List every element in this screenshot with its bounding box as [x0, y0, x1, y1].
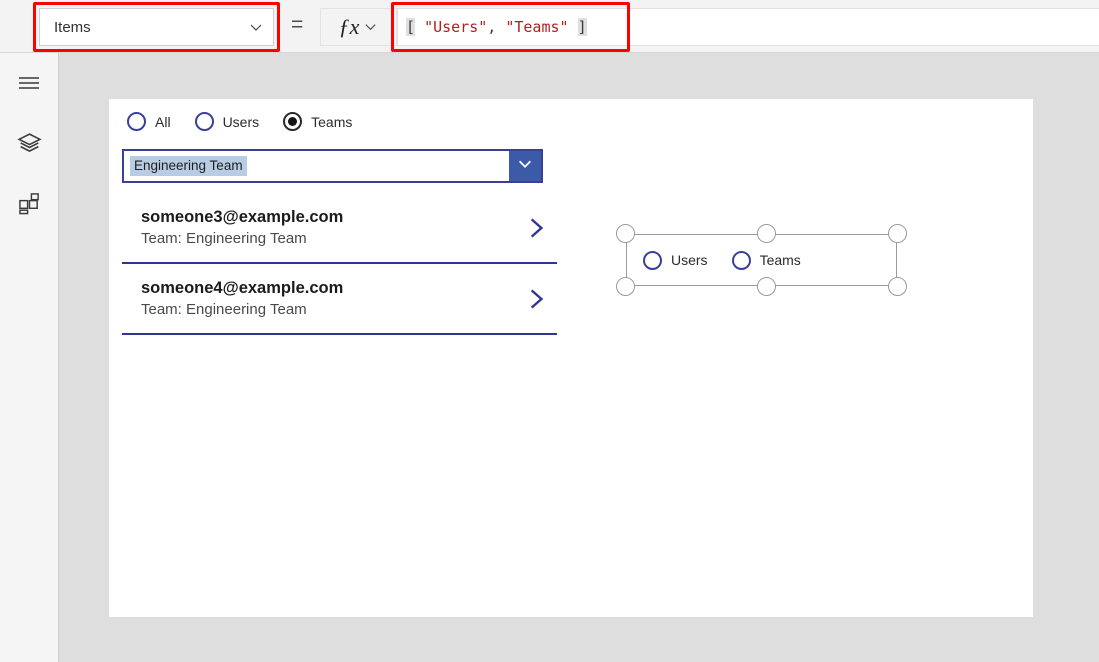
radio-circle-icon [731, 250, 751, 270]
radio-circle-icon [127, 112, 146, 131]
team-dropdown-value: Engineering Team [130, 155, 247, 177]
radio-option-all[interactable]: All [127, 112, 171, 131]
radio-label: Users [671, 252, 708, 268]
canvas-radio-group[interactable]: All Users Teams [127, 112, 376, 131]
left-rail [0, 53, 58, 662]
formula-open-bracket: [ [406, 18, 416, 36]
app-root: Items = ƒx [ "Users", "Teams" ] All User… [0, 0, 1099, 662]
formula-close-bracket: ] [577, 18, 587, 36]
gallery-item-title: someone4@example.com [141, 279, 344, 298]
insert-components-icon [18, 192, 41, 215]
fx-button[interactable]: ƒx [320, 8, 397, 46]
radio-option-teams[interactable]: Teams [283, 112, 352, 131]
radio-label: Teams [759, 252, 801, 268]
formula-string-users: "Users" [424, 18, 488, 36]
resize-handle-top-right[interactable] [888, 224, 907, 243]
resize-handle-bottom-left[interactable] [616, 277, 635, 296]
chevron-down-icon [364, 20, 378, 34]
gallery-item-subtitle: Team: Engineering Team [141, 300, 307, 318]
formula-input[interactable]: [ "Users", "Teams" ] [397, 8, 1099, 46]
table-row[interactable]: someone3@example.com Team: Engineering T… [122, 193, 557, 264]
radio-label: All [155, 113, 171, 130]
property-dropdown-value: Items [54, 18, 91, 36]
gallery-item-title: someone3@example.com [141, 208, 344, 227]
formula-toolbar: Items = ƒx [ "Users", "Teams" ] [0, 0, 1099, 53]
radio-dot [288, 117, 298, 126]
sidebar-item-tree-view[interactable] [0, 113, 58, 173]
radio-label: Teams [311, 113, 353, 130]
chevron-right-icon[interactable] [523, 215, 549, 241]
tree-view-icon [16, 131, 42, 156]
chevron-down-icon [516, 155, 534, 178]
resize-handle-top-middle[interactable] [757, 224, 776, 243]
formula-comma: , [487, 18, 506, 36]
radio-option-teams[interactable]: Teams [731, 250, 801, 270]
chevron-down-icon [249, 20, 263, 34]
user-gallery[interactable]: someone3@example.com Team: Engineering T… [122, 193, 557, 335]
radio-option-users[interactable]: Users [643, 250, 708, 270]
radio-circle-icon [643, 250, 662, 270]
radio-circle-icon [194, 112, 214, 131]
equals-sign: = [291, 13, 304, 36]
resize-handle-top-left[interactable] [616, 224, 635, 243]
formula-string-teams: "Teams" [505, 18, 569, 36]
team-dropdown-toggle[interactable] [509, 151, 541, 181]
gallery-item-subtitle: Team: Engineering Team [141, 229, 307, 247]
selected-radio-control[interactable]: Users Teams [616, 224, 907, 296]
sidebar-item-menu[interactable] [0, 53, 58, 113]
chevron-right-icon[interactable] [523, 286, 549, 312]
radio-circle-selected-icon [283, 112, 303, 131]
app-canvas[interactable]: All Users Teams Engineering Team someone… [109, 99, 1033, 617]
table-row[interactable]: someone4@example.com Team: Engineering T… [122, 264, 557, 335]
canvas-workspace: All Users Teams Engineering Team someone… [58, 53, 1099, 662]
radio-option-users[interactable]: Users [194, 112, 260, 131]
resize-handle-bottom-middle[interactable] [757, 277, 776, 296]
resize-handle-bottom-right[interactable] [888, 277, 907, 296]
sidebar-item-insert[interactable] [0, 173, 58, 233]
fx-icon: ƒx [338, 14, 360, 39]
property-dropdown[interactable]: Items [39, 8, 274, 46]
team-dropdown[interactable]: Engineering Team [122, 149, 543, 183]
radio-label: Users [222, 113, 260, 130]
hamburger-menu-icon [17, 71, 41, 95]
